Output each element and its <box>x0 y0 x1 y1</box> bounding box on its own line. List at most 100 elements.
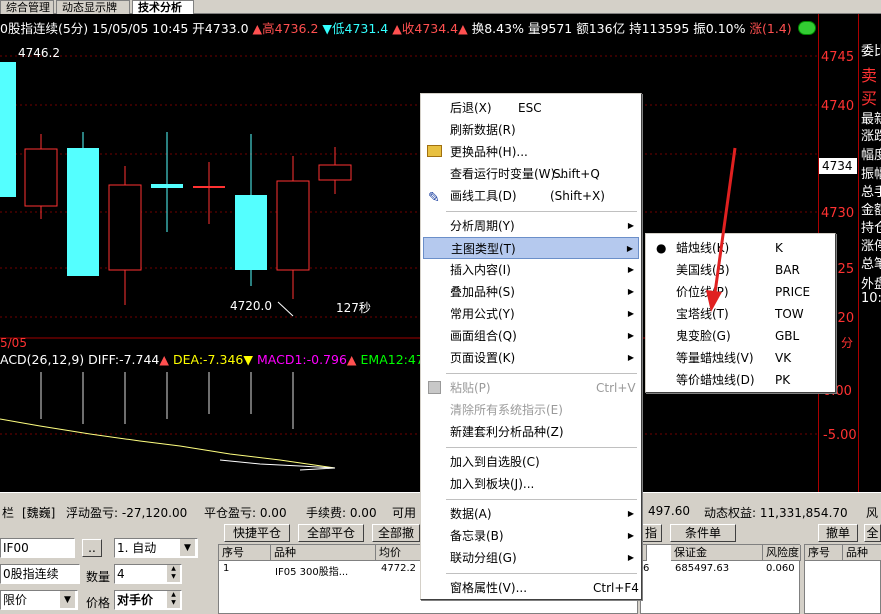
float-pnl: 浮动盈亏: -27,120.00 <box>66 506 188 520</box>
menu-item-pane-properties[interactable]: 窗格属性(V)... Ctrl+F4 <box>423 577 639 599</box>
macd-macd1: MACD1:-0.796 <box>256 352 347 367</box>
menu-item-overlay[interactable]: 叠加品种(S) ▶ <box>423 281 639 303</box>
price-type-value: 限价 <box>3 593 28 607</box>
risk-label: 风 <box>866 506 879 520</box>
bullet-icon: ● <box>656 241 667 255</box>
contract-name-field: 0股指连续 <box>0 564 80 584</box>
candle-up <box>24 148 58 207</box>
all-side-button[interactable]: 全 <box>864 524 881 542</box>
col-header-index[interactable]: 序号 <box>805 545 843 561</box>
low-price: 低4731.4 <box>332 21 389 36</box>
browse-contract-button[interactable]: .. <box>82 539 102 557</box>
bar-countdown: 127秒 <box>336 301 371 315</box>
candle-up <box>108 184 142 271</box>
open-interest-label: 持仓 <box>861 221 881 236</box>
outer-disk-label: 外盘 <box>861 277 881 292</box>
margin-table[interactable]: 保证金 风险度 6 685497.63 0.060 <box>640 544 801 614</box>
chart-context-menu: 后退(X) ESC 刷新数据(R) 更换品种(H)... 查看运行时变量(W)..… <box>420 93 642 600</box>
menu-separator <box>446 373 637 374</box>
revoke-order-button[interactable]: 撤单 <box>818 524 858 542</box>
menu-item-new-arbitrage[interactable]: 新建套利分析品种(Z) <box>423 421 639 443</box>
open-price: 开4733.0 <box>192 21 249 36</box>
amount: 额136亿 <box>576 21 626 36</box>
amplitude: 振0.10% <box>693 21 746 36</box>
quantity-label: 数量 <box>86 570 111 584</box>
price-input[interactable]: 对手价 ▲ ▼ <box>114 590 182 610</box>
total-volume-label: 总手 <box>861 185 881 200</box>
quick-close-button[interactable]: 快捷平仓 <box>224 524 290 542</box>
menu-item-back[interactable]: 后退(X) ESC <box>423 97 639 119</box>
quote-detail-panel: 委比 卖 买 最新 涨跌 幅度 振幅 总手 金额 持仓 涨停 总笔 外盘 10:… <box>858 14 881 492</box>
cell-margin: 685497.63 <box>675 563 730 574</box>
fee: 手续费: 0.00 <box>306 506 377 520</box>
link-status-icon[interactable] <box>798 21 816 35</box>
quote-date: 15/05/05 <box>92 21 149 36</box>
col-header-index[interactable]: 序号 <box>219 545 271 561</box>
menu-item-drawing-tools[interactable]: ✎ 画线工具(D) (Shift+X) <box>423 185 639 207</box>
top-tab-bar: 综合管理 动态显示牌 技术分析 <box>0 0 881 14</box>
chevron-down-icon[interactable]: ▼ <box>60 591 75 608</box>
menu-item-main-chart-type[interactable]: 主图类型(T) ▶ <box>423 237 639 259</box>
mode-value: 1. 自动 <box>117 541 157 555</box>
tab-management[interactable]: 综合管理 <box>0 0 54 14</box>
cancel-all-button[interactable]: 全部撤 <box>372 524 420 542</box>
submenu-item-equivolume[interactable]: 等量蜡烛线(V) VK <box>648 347 833 369</box>
col-header-symbol[interactable]: 品种 <box>843 545 881 561</box>
submenu-item-gbl[interactable]: 鬼变脸(G) GBL <box>648 325 833 347</box>
price-value: 对手价 <box>117 593 154 607</box>
volume: 量9571 <box>527 21 573 36</box>
menu-item-refresh[interactable]: 刷新数据(R) <box>423 119 639 141</box>
candle-down <box>0 62 16 197</box>
close-price: 收4734.4 <box>401 21 459 36</box>
menu-item-memo[interactable]: 备忘录(B) ▶ <box>423 525 639 547</box>
contract-code-input[interactable]: IF00 <box>0 538 75 558</box>
spin-arrows-icon[interactable]: ▲ ▼ <box>167 565 180 582</box>
submenu-item-equiprice[interactable]: 等价蜡烛线(D) PK <box>648 369 833 391</box>
menu-item-runtime-vars[interactable]: 查看运行时变量(W)... Shift+Q <box>423 163 639 185</box>
cell-index: 1 <box>223 563 230 574</box>
orders-table[interactable]: 序号 品种 <box>804 544 881 614</box>
tab-technical-analysis[interactable]: 技术分析 <box>132 0 194 14</box>
holding: 持113595 <box>629 21 690 36</box>
instrument-name: 0股指连续 <box>0 21 58 36</box>
menu-separator <box>446 211 637 212</box>
menu-item-change-instrument[interactable]: 更换品种(H)... <box>423 141 639 163</box>
candle-down <box>67 148 99 276</box>
col-header-margin[interactable]: 保证金 <box>671 545 763 561</box>
amount-label: 金额 <box>861 203 881 218</box>
candle-up <box>318 164 352 181</box>
macd-axis-tick: -5.00 <box>823 428 857 443</box>
menu-item-add-watchlist[interactable]: 加入到自选股(C) <box>423 451 639 473</box>
menu-item-layout[interactable]: 画面组合(Q) ▶ <box>423 325 639 347</box>
conditional-order-button[interactable]: 条件单 <box>670 524 736 542</box>
macd-legend: ACD(26,12,9) DIFF:-7.744▲ DEA:-7.346▼ MA… <box>0 352 424 367</box>
price-type-select[interactable]: 限价 ▼ <box>0 590 78 610</box>
menu-item-clear-indicators[interactable]: 清除所有系统指示(E) <box>423 399 639 421</box>
quantity-input[interactable]: 4 ▲ ▼ <box>114 564 182 584</box>
change-label: 涨跌 <box>861 129 881 144</box>
menu-item-insert[interactable]: 插入内容(I) ▶ <box>423 259 639 281</box>
menu-item-period[interactable]: 分析周期(Y) ▶ <box>423 215 639 237</box>
macd-ema: EMA12:47 <box>360 352 424 367</box>
close-all-button[interactable]: 全部平仓 <box>298 524 364 542</box>
menu-item-data[interactable]: 数据(A) ▶ <box>423 503 639 525</box>
arrow-shaft <box>712 147 737 301</box>
menu-item-formulas[interactable]: 常用公式(Y) ▶ <box>423 303 639 325</box>
open-close-mode-select[interactable]: 1. 自动 ▼ <box>114 538 198 558</box>
menu-item-paste[interactable]: 粘贴(P) Ctrl+V <box>423 377 639 399</box>
entrust-ratio-label: 委比 <box>861 44 881 59</box>
spin-arrows-icon[interactable]: ▲ ▼ <box>167 591 180 608</box>
candle-down <box>235 195 267 270</box>
menu-separator <box>446 447 637 448</box>
axis-tick: 4730 <box>821 206 855 221</box>
menu-item-add-sector[interactable]: 加入到板块(J)... <box>423 473 639 495</box>
menu-item-page-setup[interactable]: 页面设置(K) ▶ <box>423 347 639 369</box>
col-header-risk[interactable]: 风险度 <box>763 545 801 561</box>
menu-item-link-group[interactable]: 联动分组(G) ▶ <box>423 547 639 569</box>
chevron-down-icon[interactable]: ▼ <box>180 539 195 556</box>
indicator-button[interactable]: 指 <box>640 524 662 542</box>
col-header-symbol[interactable]: 品种 <box>271 545 376 561</box>
tab-dynamic-board[interactable]: 动态显示牌 <box>56 0 130 14</box>
quote-time: 10:45 <box>152 21 189 36</box>
folder-icon <box>427 145 442 157</box>
